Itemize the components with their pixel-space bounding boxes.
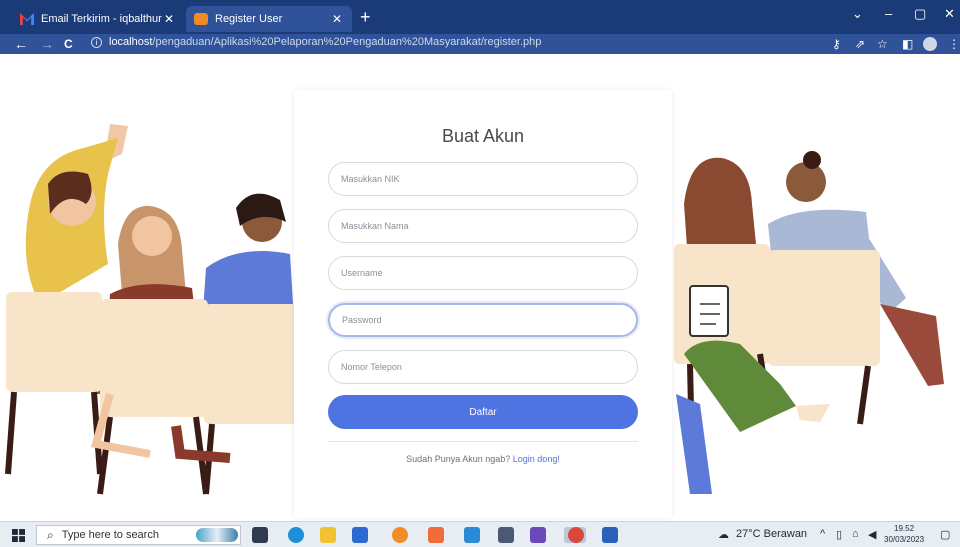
browser-tab-strip: Email Terkirim - iqbalthursina@g ✕ Regis… (0, 0, 960, 34)
login-link[interactable]: Login dong! (513, 454, 560, 464)
divider (328, 441, 638, 442)
xampp-icon[interactable] (428, 527, 444, 543)
left-audience-illustration (5, 124, 300, 495)
key-icon[interactable]: ⚷ (832, 36, 841, 52)
reload-button[interactable]: C (64, 35, 73, 53)
visual-studio-icon[interactable] (530, 527, 546, 543)
restore-button[interactable]: ▢ (914, 6, 926, 22)
back-button[interactable]: ← (14, 35, 28, 53)
tab-title: Register User (215, 13, 283, 25)
search-placeholder: Type here to search (61, 529, 159, 541)
file-explorer-icon[interactable] (320, 527, 336, 543)
profile-avatar[interactable] (923, 37, 937, 51)
sidebar-icon[interactable]: ◧ (902, 36, 913, 52)
store-icon[interactable] (498, 527, 514, 543)
new-tab-button[interactable]: + (360, 8, 371, 26)
login-prompt-text: Sudah Punya Akun ngab? (406, 454, 511, 464)
daftar-button[interactable]: Daftar (328, 395, 638, 429)
browser-toolbar: ← → C i localhost/pengaduan/Aplikasi%20Pe… (0, 34, 960, 54)
login-prompt-row: Sudah Punya Akun ngab? Login dong! (294, 454, 672, 464)
close-window-button[interactable]: ✕ (944, 6, 955, 22)
tab-title: Email Terkirim - iqbalthursina@g (41, 13, 162, 25)
nama-input[interactable] (328, 209, 638, 243)
search-icon: ⌕ (47, 527, 54, 542)
weather-text[interactable]: 27°C Berawan (736, 528, 807, 540)
forward-button[interactable]: → (40, 35, 54, 53)
word-icon[interactable] (602, 527, 618, 543)
minimize-button[interactable]: – (885, 6, 892, 21)
tray-chevron-icon[interactable]: ^ (820, 528, 825, 540)
clock-time: 19.52 (894, 524, 915, 533)
weather-icon[interactable]: ☁ (718, 528, 729, 541)
telepon-input[interactable] (328, 350, 638, 384)
tab-email[interactable]: Email Terkirim - iqbalthursina@g ✕ (12, 6, 184, 32)
url-path: /pengaduan/Aplikasi%20Pelaporan%20Pengad… (152, 36, 542, 48)
notifications-icon[interactable]: ▢ (940, 528, 950, 541)
gmail-icon (20, 13, 34, 25)
firefox-icon[interactable] (392, 527, 408, 543)
menu-icon[interactable]: ⋮ (948, 36, 960, 52)
mail-icon[interactable] (352, 527, 368, 543)
info-icon[interactable]: i (91, 37, 102, 48)
register-card: Buat Akun Daftar Sudah Punya Akun ngab? … (294, 90, 672, 518)
tab-search-button[interactable]: ⌄ (852, 6, 863, 22)
share-icon[interactable]: ⇗ (855, 36, 865, 52)
star-icon[interactable]: ☆ (877, 36, 888, 52)
close-icon[interactable]: ✕ (162, 12, 176, 26)
close-icon[interactable]: ✕ (330, 12, 344, 26)
chrome-icon[interactable] (568, 527, 584, 543)
windows-start-icon[interactable] (12, 529, 25, 542)
task-view-icon[interactable] (252, 527, 268, 543)
nik-input[interactable] (328, 162, 638, 196)
tab-register-user[interactable]: Register User ✕ (186, 6, 352, 32)
search-highlight-icon[interactable] (196, 528, 238, 542)
form-title: Buat Akun (441, 126, 525, 146)
taskbar-clock[interactable]: 19.52 30/03/2023 (884, 523, 924, 545)
volume-icon[interactable]: ◀ (868, 528, 876, 541)
clock-date: 30/03/2023 (884, 535, 925, 544)
edge-icon[interactable] (288, 527, 304, 543)
battery-icon[interactable]: ▯ (836, 528, 842, 541)
password-input[interactable] (328, 303, 638, 337)
address-bar[interactable]: i localhost/pengaduan/Aplikasi%20Pelapora… (91, 36, 541, 48)
site-favicon-icon (194, 13, 208, 25)
username-input[interactable] (328, 256, 638, 290)
page-content: Buat Akun Daftar Sudah Punya Akun ngab? … (0, 54, 960, 521)
vscode-icon[interactable] (464, 527, 480, 543)
url-host: localhost (109, 36, 153, 48)
network-icon[interactable]: ⌂ (852, 528, 859, 540)
right-audience-illustration (674, 151, 944, 494)
windows-taskbar: ⌕ Type here to search ☁ 27°C Berawan ^ ▯… (0, 521, 960, 547)
